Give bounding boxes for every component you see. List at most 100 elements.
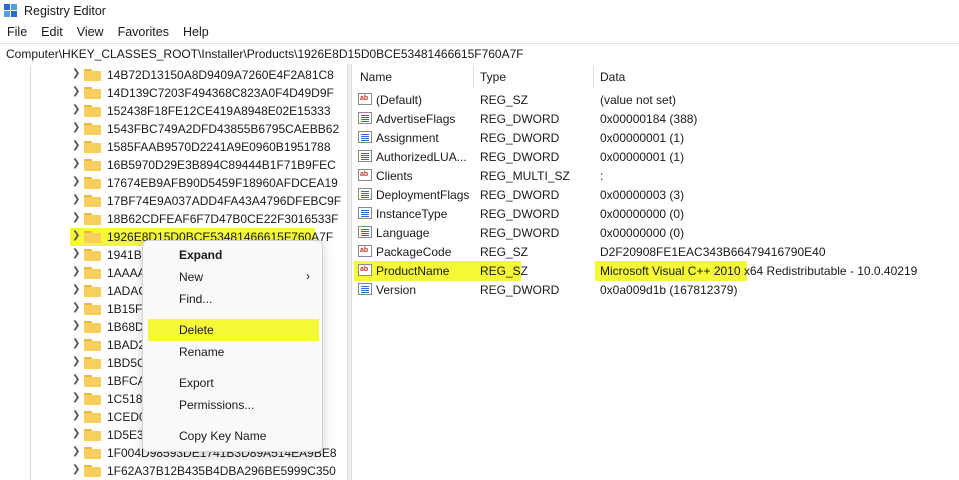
chevron-right-icon[interactable]: ❯ — [72, 302, 82, 316]
chevron-right-icon[interactable]: ❯ — [72, 356, 82, 370]
value-data: Microsoft Visual C++ 2010 x64 Redistribu… — [600, 264, 918, 278]
value-type: REG_SZ — [480, 245, 529, 259]
folder-icon — [84, 87, 101, 99]
values-list[interactable]: Name Type Data ab (Default) REG_SZ (value n… — [352, 64, 959, 480]
chevron-right-icon[interactable]: ❯ — [72, 338, 82, 352]
context-menu-label: Delete — [179, 323, 214, 337]
chevron-right-icon[interactable]: ❯ — [72, 158, 82, 172]
value-row[interactable]: InstanceType REG_DWORD 0x00000000 (0) — [352, 204, 959, 223]
tree-item-label: 14D139C7203F494368C823A0F4D49D9F — [107, 86, 334, 100]
tree-item[interactable]: ❯ 14D139C7203F494368C823A0F4D49D9F — [0, 84, 347, 102]
column-header-data[interactable]: Data — [600, 70, 625, 84]
tree-item[interactable]: ❯ 17BF74E9A037ADD4FA43A4796DFEBC9F — [0, 192, 347, 210]
menu-help[interactable]: Help — [176, 25, 216, 39]
address-path[interactable]: Computer\HKEY_CLASSES_ROOT\Installer\Pro… — [0, 47, 524, 61]
title-bar: Registry Editor — [0, 0, 959, 22]
value-row[interactable]: Version REG_DWORD 0x0a009d1b (167812379) — [352, 280, 959, 299]
value-name: Language — [376, 226, 430, 240]
value-data: 0x00000001 (1) — [600, 131, 685, 145]
folder-icon — [84, 447, 101, 459]
folder-icon — [84, 105, 101, 117]
context-menu-item-copy-key-name[interactable]: Copy Key Name — [143, 425, 322, 447]
binary-value-icon — [358, 283, 372, 295]
tree-item[interactable]: ❯ 1585FAAB9570D2241A9E0960B1951788 — [0, 138, 347, 156]
value-row[interactable]: DeploymentFlags REG_DWORD 0x00000003 (3) — [352, 185, 959, 204]
chevron-right-icon[interactable]: ❯ — [72, 392, 82, 406]
chevron-right-icon[interactable]: ❯ — [72, 86, 82, 100]
chevron-right-icon[interactable]: ❯ — [72, 212, 82, 226]
menu-favorites[interactable]: Favorites — [111, 25, 176, 39]
tree-item[interactable]: ❯ 17674EB9AFB90D5459F18960AFDCEA19 — [0, 174, 347, 192]
chevron-right-icon[interactable]: ❯ — [72, 122, 82, 136]
chevron-right-icon[interactable]: ❯ — [72, 374, 82, 388]
menu-file[interactable]: File — [0, 25, 34, 39]
context-menu-item-export[interactable]: Export — [143, 372, 322, 394]
value-row[interactable]: AuthorizedLUA... REG_DWORD 0x00000001 (1) — [352, 147, 959, 166]
tree-item-label: 1BAD2 — [107, 338, 146, 352]
value-row[interactable]: ab ProductName REG_SZ Microsoft Visual C++ … — [352, 261, 959, 281]
chevron-right-icon[interactable]: ❯ — [72, 428, 82, 442]
folder-icon — [84, 465, 101, 477]
column-header-type[interactable]: Type — [480, 70, 506, 84]
value-row[interactable]: Assignment REG_DWORD 0x00000001 (1) — [352, 128, 959, 147]
context-menu-item-expand[interactable]: Expand — [143, 244, 322, 266]
tree-item[interactable]: ❯ 16B5970D29E3B894C89444B1F71B9FEC — [0, 156, 347, 174]
chevron-right-icon[interactable]: ❯ — [72, 68, 82, 82]
tree-item[interactable]: ❯ 1F62A37B12B435B4DBA296BE5999C350 — [0, 462, 347, 480]
chevron-right-icon[interactable]: ❯ — [72, 140, 82, 154]
value-row[interactable]: AdvertiseFlags REG_DWORD 0x00000184 (388) — [352, 109, 959, 128]
chevron-right-icon[interactable]: ❯ — [72, 248, 82, 262]
context-menu-item-new[interactable]: New › — [143, 266, 322, 288]
column-divider[interactable] — [473, 66, 474, 88]
chevron-right-icon[interactable]: ❯ — [72, 446, 82, 460]
value-name: DeploymentFlags — [376, 188, 470, 202]
menu-edit[interactable]: Edit — [34, 25, 70, 39]
context-menu-item-rename[interactable]: Rename — [143, 341, 322, 363]
address-bar[interactable]: Computer\HKEY_CLASSES_ROOT\Installer\Pro… — [0, 43, 959, 65]
tree-item-label: 1BFCA — [107, 374, 146, 388]
tree-item[interactable]: ❯ 18B62CDFEAF6F7D47B0CE22F3016533F — [0, 210, 347, 228]
tree-guide-line — [30, 282, 31, 300]
chevron-right-icon[interactable]: ❯ — [72, 176, 82, 190]
chevron-right-icon[interactable]: ❯ — [72, 266, 82, 280]
tree-item-label: 16B5970D29E3B894C89444B1F71B9FEC — [107, 158, 336, 172]
value-data: D2F20908FE1EAC343B66479416790E40 — [600, 245, 826, 259]
binary-value-icon — [358, 226, 372, 238]
tree-guide-line — [30, 228, 31, 246]
chevron-right-icon[interactable]: ❯ — [72, 464, 82, 478]
context-menu-label: New — [179, 270, 204, 284]
chevron-right-icon[interactable]: ❯ — [72, 194, 82, 208]
chevron-right-icon[interactable]: ❯ — [72, 410, 82, 424]
value-data: (value not set) — [600, 93, 677, 107]
chevron-right-icon[interactable]: ❯ — [72, 104, 82, 118]
value-data: 0x00000000 (0) — [600, 207, 685, 221]
folder-icon — [84, 411, 101, 423]
folder-icon — [84, 393, 101, 405]
chevron-right-icon[interactable]: ❯ — [72, 320, 82, 334]
context-menu-item-permissions[interactable]: Permissions... — [143, 394, 322, 416]
tree-item[interactable]: ❯ 152438F18FE12CE419A8948E02E15333 — [0, 102, 347, 120]
value-type: REG_DWORD — [480, 150, 560, 164]
column-divider[interactable] — [593, 66, 594, 88]
chevron-right-icon[interactable]: ❯ — [72, 230, 82, 244]
tree-item[interactable]: ❯ 14B72D13150A8D9409A7260E4F2A81C8 — [0, 66, 347, 84]
binary-value-icon — [358, 188, 372, 200]
chevron-right-icon[interactable]: ❯ — [72, 284, 82, 298]
column-header-name[interactable]: Name — [360, 70, 392, 84]
folder-icon — [84, 357, 101, 369]
tree-guide-line — [30, 246, 31, 264]
value-row[interactable]: ab PackageCode REG_SZ D2F20908FE1EAC343B664… — [352, 242, 959, 261]
tree-item[interactable]: ❯ 1543FBC749A2DFD43855B6795CAEBB62 — [0, 120, 347, 138]
context-menu-item-delete[interactable]: Delete — [143, 319, 322, 341]
value-row[interactable]: ab Clients REG_MULTI_SZ: — [352, 166, 959, 185]
value-name: (Default) — [376, 93, 423, 107]
value-name: ProductName — [376, 264, 450, 278]
value-data: 0x00000184 (388) — [600, 112, 698, 126]
menu-view[interactable]: View — [70, 25, 111, 39]
value-row[interactable]: ab (Default) REG_SZ (value not set) — [352, 90, 959, 109]
context-menu-item-find[interactable]: Find... — [143, 288, 322, 310]
folder-icon — [84, 249, 101, 261]
tree-guide-line — [30, 174, 31, 192]
folder-icon — [84, 159, 101, 171]
value-row[interactable]: Language REG_DWORD 0x00000000 (0) — [352, 223, 959, 242]
